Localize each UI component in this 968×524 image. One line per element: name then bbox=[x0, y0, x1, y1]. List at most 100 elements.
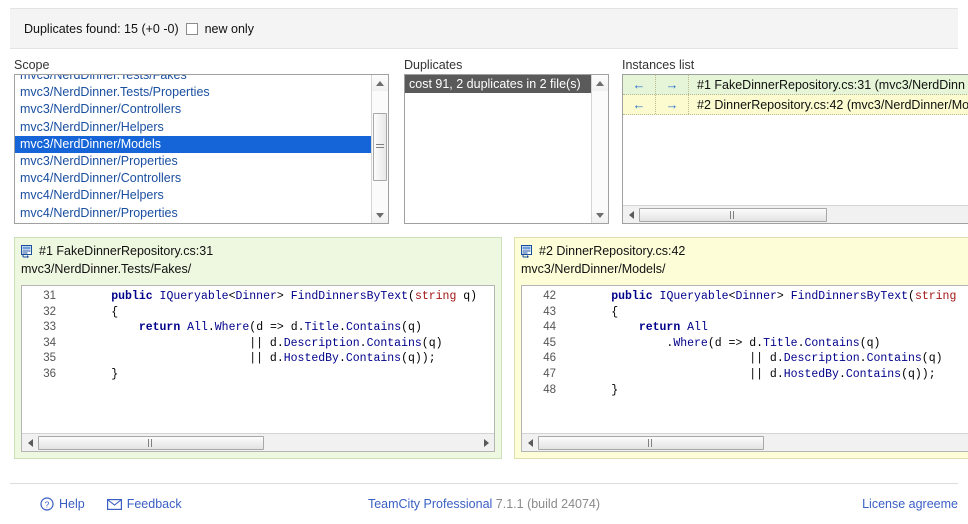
scope-item[interactable]: mvc4/NerdDinner/Helpers bbox=[15, 187, 371, 204]
line-number: 42 bbox=[522, 289, 556, 305]
line-code: } bbox=[556, 383, 956, 399]
fragment-2-code-scroll: 42 public IQueryable<Dinner> FindDinners… bbox=[522, 286, 968, 433]
scope-item[interactable]: mvc3/NerdDinner/Properties bbox=[15, 153, 371, 170]
code-line: 31 public IQueryable<Dinner> FindDinners… bbox=[22, 289, 477, 305]
scope-item[interactable]: mvc4/NerdDinner/Properties bbox=[15, 205, 371, 222]
instance-row[interactable]: ← → #2 DinnerRepository.cs:42 (mvc3/Nerd… bbox=[623, 95, 968, 115]
instances-pane: Instances list ← → #1 FakeDinnerReposito… bbox=[622, 58, 968, 224]
code-line: 47 || d.HostedBy.Contains(q)); bbox=[522, 367, 956, 383]
scroll-up-arrow-icon[interactable] bbox=[372, 75, 388, 91]
fragment-2-code-area[interactable]: 42 public IQueryable<Dinner> FindDinners… bbox=[521, 285, 968, 452]
prev-instance-icon[interactable]: ← bbox=[623, 75, 656, 94]
scope-listbox[interactable]: mvc3/NerdDinner.Tests/Fakes mvc3/NerdDin… bbox=[14, 74, 389, 224]
duplicates-listbox[interactable]: cost 91, 2 duplicates in 2 file(s) bbox=[404, 74, 609, 224]
fragment-2-title-row: #2 DinnerRepository.cs:42 bbox=[521, 243, 968, 259]
scope-title: Scope bbox=[14, 58, 389, 74]
code-line: 46 || d.Description.Contains(q) bbox=[522, 351, 956, 367]
fragment-1-title: #1 FakeDinnerRepository.cs:31 bbox=[39, 243, 213, 259]
instances-title: Instances list bbox=[622, 58, 968, 74]
line-number: 31 bbox=[22, 289, 56, 305]
line-code: { bbox=[56, 305, 477, 321]
scope-item[interactable]: mvc3/NerdDinner.Tests/Properties bbox=[15, 84, 371, 101]
line-code: } bbox=[56, 367, 477, 383]
fragment-1-code-table: 31 public IQueryable<Dinner> FindDinners… bbox=[22, 289, 477, 383]
duplicate-item-selected[interactable]: cost 91, 2 duplicates in 2 file(s) bbox=[405, 75, 591, 93]
duplicates-found-label: Duplicates found: 15 (+0 -0) bbox=[24, 22, 179, 36]
line-number: 44 bbox=[522, 320, 556, 336]
code-line: 34 || d.Description.Contains(q) bbox=[22, 336, 477, 352]
fragment-2-title: #2 DinnerRepository.cs:42 bbox=[539, 243, 685, 259]
instances-listbox[interactable]: ← → #1 FakeDinnerRepository.cs:31 (mvc3/… bbox=[622, 74, 968, 224]
instances-rows: ← → #1 FakeDinnerRepository.cs:31 (mvc3/… bbox=[623, 75, 968, 205]
scroll-up-arrow-icon[interactable] bbox=[592, 75, 608, 91]
duplicates-title: Duplicates bbox=[404, 58, 609, 74]
line-number: 47 bbox=[522, 367, 556, 383]
line-code: return All bbox=[556, 320, 956, 336]
scope-item[interactable]: mvc3/NerdDinner.Tests/Fakes bbox=[15, 74, 371, 84]
code-file-icon bbox=[521, 245, 534, 258]
line-number: 45 bbox=[522, 336, 556, 352]
code-line: 36 } bbox=[22, 367, 477, 383]
code-line: 44 return All bbox=[522, 320, 956, 336]
scope-item[interactable]: mvc3/NerdDinner/Controllers bbox=[15, 101, 371, 118]
line-code: public IQueryable<Dinner> FindDinnersByT… bbox=[556, 289, 956, 305]
scrollbar-thumb[interactable] bbox=[639, 208, 827, 222]
feedback-label: Feedback bbox=[127, 497, 182, 511]
scrollbar-thumb[interactable] bbox=[373, 113, 387, 181]
scrollbar-thumb[interactable] bbox=[538, 436, 764, 450]
scroll-left-arrow-icon[interactable] bbox=[623, 206, 639, 223]
line-code: return All.Where(d => d.Title.Contains(q… bbox=[56, 320, 477, 336]
line-code: || d.HostedBy.Contains(q)); bbox=[56, 351, 477, 367]
instance-label: #2 DinnerRepository.cs:42 (mvc3/NerdDinn… bbox=[689, 98, 968, 112]
scope-items: mvc3/NerdDinner.Tests/Fakes mvc3/NerdDin… bbox=[15, 74, 371, 222]
scope-item-selected[interactable]: mvc3/NerdDinner/Models bbox=[15, 136, 371, 153]
fragment-panel-1: #1 FakeDinnerRepository.cs:31 mvc3/NerdD… bbox=[14, 237, 502, 459]
footer-links: ? Help Feedback bbox=[40, 497, 182, 511]
help-link[interactable]: ? Help bbox=[40, 497, 85, 511]
fragment-1-code-scroll: 31 public IQueryable<Dinner> FindDinners… bbox=[22, 286, 494, 433]
scroll-down-arrow-icon[interactable] bbox=[372, 207, 388, 223]
line-code: .Where(d => d.Title.Contains(q) bbox=[556, 336, 956, 352]
duplicates-vertical-scrollbar[interactable] bbox=[591, 75, 608, 223]
line-code: || d.Description.Contains(q) bbox=[56, 336, 477, 352]
code-file-icon bbox=[21, 245, 34, 258]
product-version: TeamCity Professional 7.1.1 (build 24074… bbox=[368, 497, 600, 511]
code-line: 45 .Where(d => d.Title.Contains(q) bbox=[522, 336, 956, 352]
line-number: 33 bbox=[22, 320, 56, 336]
code-line: 32 { bbox=[22, 305, 477, 321]
scroll-right-arrow-icon[interactable] bbox=[478, 434, 494, 451]
prev-instance-icon[interactable]: ← bbox=[623, 95, 656, 114]
next-instance-icon[interactable]: → bbox=[656, 95, 689, 114]
scope-item[interactable]: mvc3/NerdDinner/Helpers bbox=[15, 119, 371, 136]
scrollbar-thumb[interactable] bbox=[38, 436, 264, 450]
line-code: { bbox=[556, 305, 956, 321]
product-version-number: 7.1.1 (build 24074) bbox=[496, 497, 600, 511]
scroll-left-arrow-icon[interactable] bbox=[22, 434, 38, 451]
new-only-label[interactable]: new only bbox=[205, 22, 254, 36]
code-line: 33 return All.Where(d => d.Title.Contain… bbox=[22, 320, 477, 336]
scope-item[interactable]: mvc4/NerdDinner/Controllers bbox=[15, 170, 371, 187]
fragment-1-path: mvc3/NerdDinner.Tests/Fakes/ bbox=[21, 259, 501, 277]
help-icon: ? bbox=[40, 497, 54, 511]
fragment-1-code-area[interactable]: 31 public IQueryable<Dinner> FindDinners… bbox=[21, 285, 495, 452]
line-code: public IQueryable<Dinner> FindDinnersByT… bbox=[56, 289, 477, 305]
feedback-link[interactable]: Feedback bbox=[107, 497, 182, 511]
instances-horizontal-scrollbar[interactable] bbox=[623, 205, 968, 223]
fragment-1-horizontal-scrollbar[interactable] bbox=[22, 433, 494, 451]
fragment-2-horizontal-scrollbar[interactable] bbox=[522, 433, 968, 451]
help-label: Help bbox=[59, 497, 85, 511]
scroll-down-arrow-icon[interactable] bbox=[592, 207, 608, 223]
mail-icon bbox=[107, 499, 122, 510]
fragment-1-title-row: #1 FakeDinnerRepository.cs:31 bbox=[21, 243, 501, 259]
license-agreement-link[interactable]: License agreeme bbox=[862, 497, 958, 511]
new-only-checkbox[interactable] bbox=[186, 23, 198, 35]
fragment-2-code-table: 42 public IQueryable<Dinner> FindDinners… bbox=[522, 289, 956, 398]
page-footer: ? Help Feedback TeamCity Professional 7.… bbox=[10, 483, 958, 524]
instance-row[interactable]: ← → #1 FakeDinnerRepository.cs:31 (mvc3/… bbox=[623, 75, 968, 95]
line-number: 35 bbox=[22, 351, 56, 367]
scroll-left-arrow-icon[interactable] bbox=[522, 434, 538, 451]
next-instance-icon[interactable]: → bbox=[656, 75, 689, 94]
fragment-2-path: mvc3/NerdDinner/Models/ bbox=[521, 259, 968, 277]
scope-vertical-scrollbar[interactable] bbox=[371, 75, 388, 223]
line-number: 34 bbox=[22, 336, 56, 352]
